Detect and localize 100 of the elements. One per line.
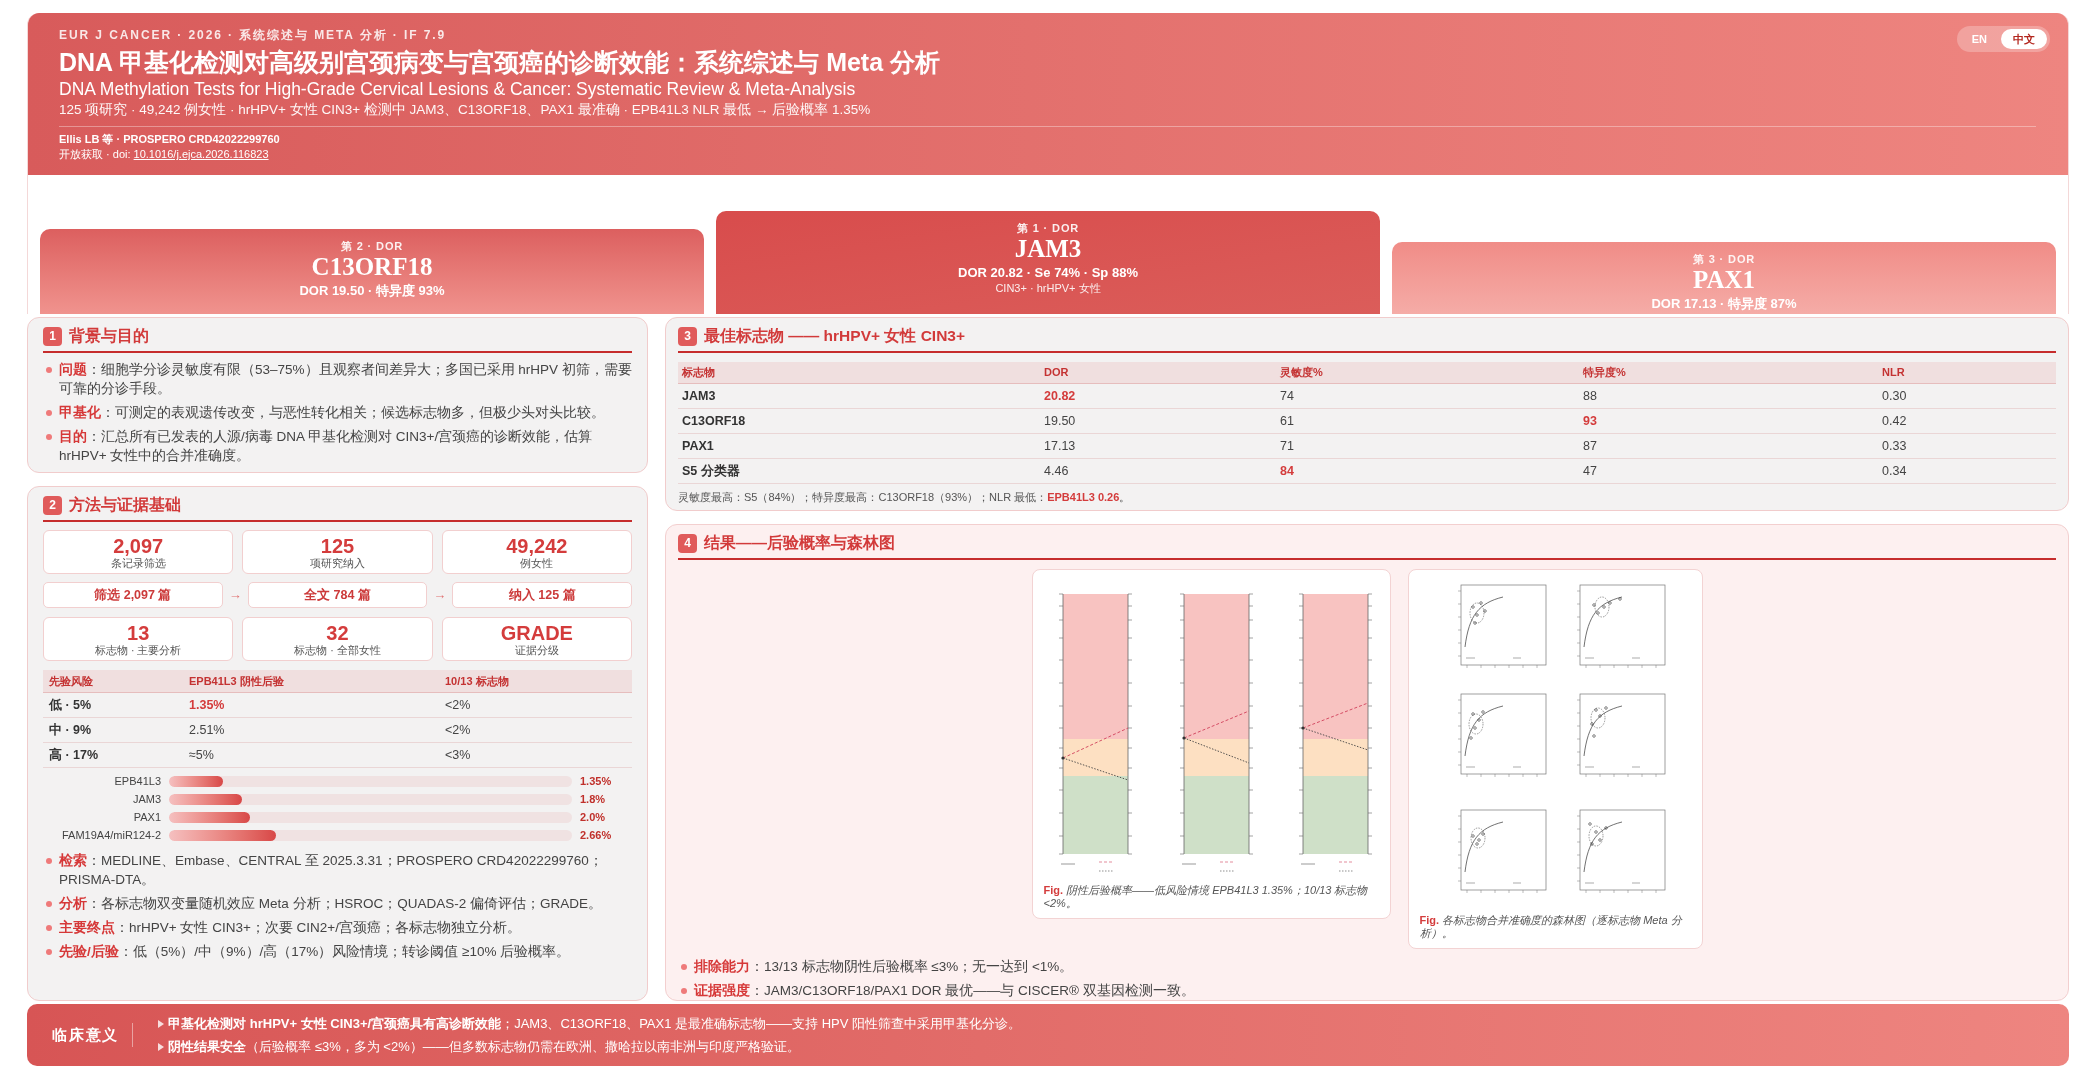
rank-label: 第 2 · DOR	[340, 239, 404, 253]
table-cell-text: 0.34	[1882, 462, 1907, 480]
bullet-dot-icon	[46, 410, 52, 416]
journal-kicker: EUR J CANCER · 2026 · 系统综述与 META 分析 · IF 7.9	[59, 28, 447, 42]
bullet-dot-icon	[46, 858, 52, 864]
bar-label: JAM3	[132, 794, 161, 805]
column-header: 先验风险	[49, 673, 93, 689]
footer-point: 甲基化检测对 hrHPV+ 女性 CIN3+/宫颈癌具有高诊断效能；JAM3、C13ORF18、PAX1 是最准确标志物——支持 HPV 阳性筛查中采用甲基化分诊。	[168, 1014, 1021, 1033]
stat-value: GRADE	[500, 621, 573, 644]
flow-step: 全文 784 篇	[247, 582, 428, 608]
author-line: Ellis LB 等 · PROSPERO CRD42022299760	[59, 132, 280, 147]
bar-value: 2.66%	[580, 830, 613, 841]
column-header: 10/13 标志物	[445, 673, 509, 689]
marker-name: PAX1	[1693, 266, 1755, 294]
bullet-text: 检索：MEDLINE、Embase、CENTRAL 至 2025.3.31；PROSPERO CRD42022299760；PRISMA-DTA。	[59, 852, 604, 889]
bullet-text: 先验/后验：低（5%）/中（9%）/高（17%）风险情境；转诊阈值 ≥10% 后验概率。	[59, 943, 571, 961]
bullet-dot-icon	[681, 964, 687, 970]
card-note: CIN3+ · hrHPV+ 女性	[995, 281, 1101, 295]
table-cell-text: <2%	[445, 696, 471, 714]
table-cell-text: 88	[1583, 387, 1597, 405]
section-number: 4	[678, 533, 697, 553]
section-number: 2	[43, 495, 62, 515]
column-header: EPB41L3 阴性后验	[189, 673, 284, 689]
column-header: 标志物	[682, 365, 715, 381]
triangle-bullet-icon	[158, 1042, 165, 1051]
table-cell-text: JAM3	[682, 387, 716, 405]
table-cell-text: 4.46	[1044, 462, 1069, 480]
table-cell-text: PAX1	[682, 437, 714, 455]
summary-line: 125 项研究 · 49,242 例女性 · hrHPV+ 女性 CIN3+ 检测中 JAM3、C13ORF18、PAX1 最准确 · EPB41L3 NLR 最低 → 后验概率 1.35%	[59, 101, 871, 119]
section-title: 最佳标志物 —— hrHPV+ 女性 CIN3+	[704, 326, 965, 346]
bar-value: 2.0%	[580, 812, 607, 823]
bullet-text: 排除能力：13/13 标志物阴性后验概率 ≤3%；无一达到 <1%。	[694, 958, 1074, 976]
stat-label: 条记录筛选	[110, 556, 166, 570]
column-header: DOR	[1044, 365, 1069, 381]
table-cell-text: 61	[1280, 412, 1294, 430]
flow-arrow: →	[432, 586, 448, 605]
column-header: 灵敏度%	[1280, 365, 1323, 381]
stat-label: 证据分级	[514, 643, 559, 657]
stat-value: 125	[320, 534, 355, 557]
triangle-bullet-icon	[158, 1019, 165, 1028]
figure-caption: Fig. 各标志物合并准确度的森林图（逐标志物 Meta 分析）。	[1418, 914, 1684, 940]
bullet-text: 分析：各标志物双变量随机效应 Meta 分析；HSROC；QUADAS-2 偏倚评估；GRADE。	[59, 895, 603, 913]
bullet-text: 甲基化：可测定的表观遗传改变，与恶性转化相关；候选标志物多，但极少头对头比较。	[59, 404, 605, 422]
table-cell-text: 中 · 9%	[49, 721, 92, 739]
table-cell-text: 84	[1280, 462, 1294, 480]
table-cell-text: 74	[1280, 387, 1294, 405]
table-cell-text: 0.33	[1882, 437, 1907, 455]
marker-name: JAM3	[1014, 235, 1082, 263]
marker-name: C13ORF18	[311, 253, 433, 281]
section-title: 方法与证据基础	[69, 495, 181, 515]
bullet-dot-icon	[46, 949, 52, 955]
section-number: 3	[678, 326, 697, 346]
stat-label: 标志物 · 主要分析	[95, 643, 182, 657]
section-title: 背景与目的	[69, 326, 149, 346]
flow-step: 纳入 125 篇	[452, 582, 632, 608]
figure-caption: Fig. 阴性后验概率——低风险情境 EPB41L3 1.35%；10/13 标志物 <2%。	[1042, 884, 1369, 910]
table-cell-text: 71	[1280, 437, 1294, 455]
flow-arrow: →	[227, 586, 243, 605]
table-cell-text: 19.50	[1044, 412, 1076, 430]
bullet-text: 主要终点：hrHPV+ 女性 CIN3+；次要 CIN2+/宫颈癌；各标志物独立分析。	[59, 919, 521, 937]
table-cell-text: <2%	[445, 721, 471, 739]
table-cell-text: 17.13	[1044, 437, 1076, 455]
bullet-dot-icon	[46, 901, 52, 907]
bar-label: EPB41L3	[114, 776, 161, 787]
card-stats: DOR 19.50 · 特异度 93%	[299, 283, 445, 299]
table-cell-text: 2.51%	[189, 721, 225, 739]
table-cell-text: 47	[1583, 462, 1597, 480]
section-title: 结果——后验概率与森林图	[704, 533, 895, 553]
table-cell-text: 87	[1583, 437, 1597, 455]
table-cell-text: 低 · 5%	[49, 696, 92, 714]
footer-title: 临床意义	[52, 1024, 120, 1045]
table-cell-text: 93	[1583, 412, 1597, 430]
section-number: 1	[43, 326, 62, 346]
rank-label: 第 3 · DOR	[1692, 252, 1756, 266]
table-cell-text: <3%	[445, 746, 471, 764]
table-cell-text: 20.82	[1044, 387, 1076, 405]
stat-label: 例女性	[520, 556, 554, 570]
bar-value: 1.8%	[580, 794, 607, 805]
language-option[interactable]: EN	[1959, 29, 1999, 49]
stat-value: 49,242	[506, 534, 568, 557]
bullet-dot-icon	[46, 925, 52, 931]
bar-label: PAX1	[133, 812, 161, 823]
table-cell-text: 1.35%	[189, 696, 225, 714]
bullet-text: 证据强度：JAM3/C13ORF18/PAX1 DOR 最优——与 CISCER® 双基因检测一致。	[694, 982, 1195, 1000]
stat-value: 2,097	[113, 534, 164, 557]
column-header: NLR	[1882, 365, 1905, 381]
access-line: 开放获取 · doi: 10.1016/j.ejca.2026.116823	[59, 147, 269, 162]
doi-link[interactable]: 10.1016/j.ejca.2026.116823	[133, 148, 269, 160]
bullet-text: 目的：汇总所有已发表的人源/病毒 DNA 甲基化检测对 CIN3+/宫颈癌的诊断效能，估算 hrHPV+ 女性中的合并准确度。	[59, 428, 594, 465]
table-cell-text: 0.42	[1882, 412, 1907, 430]
column-header: 特异度%	[1583, 365, 1626, 381]
footer-point: 阴性结果安全（后验概率 ≤3%，多为 <2%）——但多数标志物仍需在欧洲、撒哈拉以南非洲与印度严格验证。	[168, 1037, 800, 1056]
table-cell-text: 高 · 17%	[49, 746, 99, 764]
english-subtitle: DNA Methylation Tests for High-Grade Cervical Lesions & Cancer: Systematic Review & Meta-Analysis	[59, 78, 856, 100]
bullet-dot-icon	[46, 434, 52, 440]
flow-step: 筛选 2,097 篇	[43, 582, 223, 608]
bullet-text: 问题：细胞学分诊灵敏度有限（53–75%）且观察者间差异大；多国已采用 hrHPV 初筛，需要可靠的分诊手段。	[59, 361, 632, 398]
stat-value: 13	[127, 621, 150, 644]
language-option[interactable]: 中文	[2001, 29, 2047, 49]
bar-label: FAM19A4/miR124-2	[61, 830, 161, 841]
